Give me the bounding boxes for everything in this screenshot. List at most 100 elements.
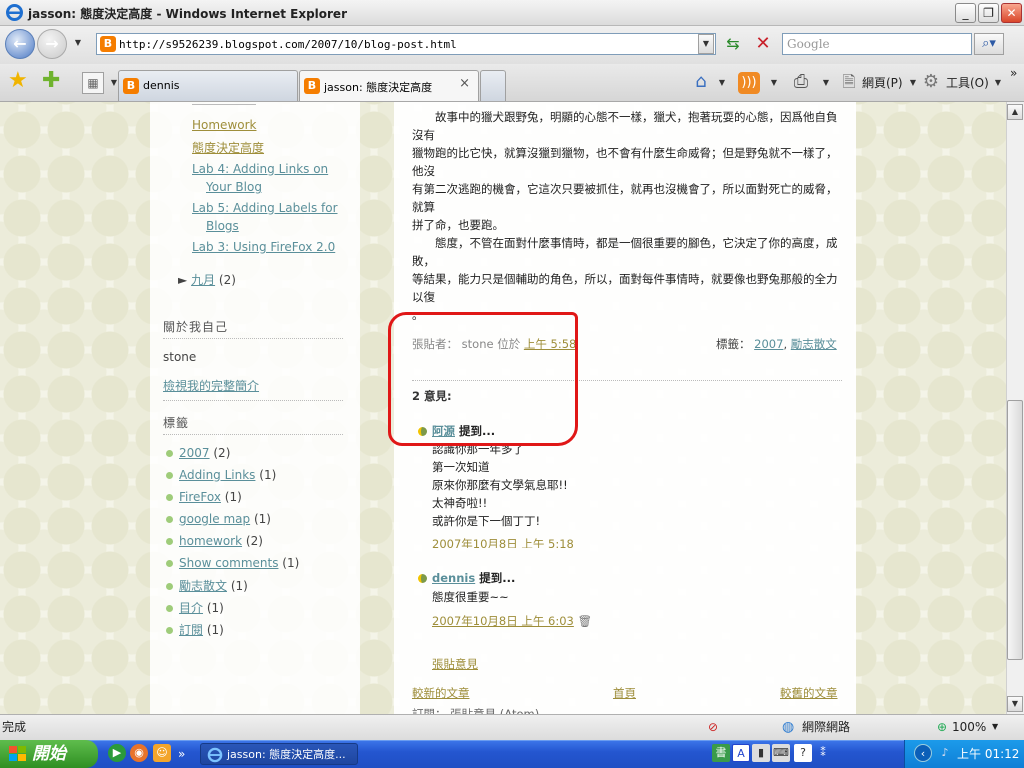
archive-link-lab3[interactable]: Lab 3: Using FireFox 2.0	[192, 240, 335, 254]
zoom-level[interactable]: 100%	[952, 717, 986, 737]
label-item[interactable]: 勵志散文 (1)	[166, 577, 248, 594]
archive-link-lab4-cont[interactable]: Your Blog	[206, 180, 262, 194]
back-arrow-icon: ←	[13, 34, 27, 53]
forward-button[interactable]: →	[37, 29, 67, 59]
post-comment-link[interactable]: 張貼意見	[432, 656, 478, 672]
scroll-down-icon[interactable]: ▼	[1007, 696, 1023, 712]
label-item[interactable]: FireFox (1)	[166, 490, 242, 504]
post-label-link[interactable]: 2007	[754, 337, 783, 351]
feed-dropdown-icon[interactable]: ▼	[766, 74, 782, 94]
comment-timestamp-link[interactable]: 2007年10月8日 上午 6:03	[432, 614, 574, 628]
comment-line: 或許你是下一個丁丁!	[432, 514, 541, 528]
tab-dennis[interactable]: B dennis	[118, 70, 298, 101]
quicklaunch-app-icon[interactable]: ☺	[153, 744, 171, 762]
tools-dropdown-icon[interactable]: ▼	[990, 74, 1006, 94]
month-count: (2)	[218, 273, 236, 287]
post-paragraph-line: 故事中的獵犬跟野兔，明顯的心態不一樣，獵犬，抱著玩耍的心態，因爲他自負沒有	[412, 110, 838, 142]
taskbar-window-item[interactable]: jasson: 態度決定高度...	[200, 743, 358, 765]
back-button[interactable]: ←	[5, 29, 35, 59]
quicklaunch-app-icon[interactable]: ▶	[108, 744, 126, 762]
new-tab-button[interactable]	[480, 70, 506, 101]
close-tab-icon[interactable]: ×	[459, 76, 470, 91]
tools-gear-icon: ⚙	[922, 71, 940, 92]
archive-link-lab5-cont[interactable]: Blogs	[206, 219, 239, 233]
refresh-icon[interactable]: ⇆	[722, 33, 744, 55]
home-dropdown-icon[interactable]: ▼	[714, 74, 730, 94]
profile-link[interactable]: 檢視我的完整簡介	[163, 377, 259, 394]
address-dropdown-icon[interactable]: ▼	[698, 34, 714, 54]
internet-zone-icon: ◍	[782, 719, 795, 735]
older-post-link[interactable]: 較舊的文章	[780, 685, 838, 701]
ime-layout-icon[interactable]: ▮	[752, 744, 770, 762]
ime-mode-indicator[interactable]: A	[732, 744, 750, 762]
home-icon[interactable]: ⌂	[690, 70, 712, 94]
ie-logo-icon	[6, 4, 23, 21]
archive-month-september[interactable]: ► 九月 (2)	[178, 271, 236, 288]
archive-link-lab4[interactable]: Lab 4: Adding Links on	[192, 162, 328, 176]
archive-link-current[interactable]: 態度決定高度	[192, 139, 264, 156]
comment-timestamp-link[interactable]: 2007年10月8日 上午 5:18	[432, 536, 574, 548]
comment-author-link[interactable]: dennis	[432, 571, 475, 585]
zoom-dropdown-icon[interactable]: ▼	[992, 717, 998, 737]
stop-icon[interactable]: ✕	[752, 33, 774, 55]
ime-keyboard-icon[interactable]: ⌨	[772, 744, 790, 762]
quick-tabs-icon[interactable]: ▦	[82, 72, 104, 94]
print-dropdown-icon[interactable]: ▼	[818, 74, 834, 94]
label-item[interactable]: 訂閱 (1)	[166, 621, 224, 638]
about-divider	[163, 338, 343, 339]
toolbar-overflow-icon[interactable]: »	[1010, 62, 1017, 84]
ime-icon[interactable]: 書	[712, 744, 730, 762]
close-button[interactable]: ✕	[1001, 3, 1022, 23]
tab-jasson[interactable]: B jasson: 態度決定高度 ×	[299, 70, 479, 101]
comment-line: 太神奇啦!!	[432, 496, 488, 510]
label-item[interactable]: homework (2)	[166, 534, 263, 548]
scrollbar-thumb[interactable]	[1007, 400, 1023, 660]
help-icon[interactable]: ?	[794, 744, 812, 762]
search-input[interactable]: Google	[782, 33, 972, 55]
newer-post-link[interactable]: 較新的文章	[412, 685, 470, 701]
comment-line: 原來你那麼有文學氣息耶!!	[432, 478, 568, 492]
minimize-button[interactable]: _	[955, 3, 976, 23]
tray-expand-icon[interactable]: ‹	[914, 744, 932, 762]
about-heading: 關於我自己	[163, 320, 229, 334]
label-item[interactable]: 目介 (1)	[166, 599, 224, 616]
home-link[interactable]: 首頁	[613, 685, 636, 701]
scroll-up-icon[interactable]: ▲	[1007, 104, 1023, 120]
address-url[interactable]: http://s9526239.blogspot.com/2007/10/blo…	[119, 38, 457, 51]
quicklaunch-overflow-icon[interactable]: »	[178, 743, 185, 765]
label-item[interactable]: google map (1)	[166, 512, 271, 526]
comment-header: dennis 提到...	[432, 571, 516, 585]
add-favorite-icon[interactable]: ✚	[42, 70, 60, 92]
page-menu[interactable]: 網頁(P)	[862, 72, 903, 94]
history-dropdown-icon[interactable]: ▼	[70, 34, 86, 54]
post-paragraph-line: 態度，不管在面對什麼事情時，都是一個很重要的腳色，它決定了你的高度，成敗，	[412, 236, 838, 268]
subscribe-partial[interactable]: 訂閱： 張貼意見 (Atom)	[412, 706, 539, 714]
labels-divider	[163, 434, 343, 435]
archive-link-homework[interactable]: Homework	[192, 118, 256, 132]
maximize-button[interactable]: ❐	[978, 3, 999, 23]
label-item[interactable]: Adding Links (1)	[166, 468, 276, 482]
month-link[interactable]: 九月	[191, 273, 215, 287]
comment-timestamp: 2007年10月8日 上午 6:03 🗑	[432, 613, 592, 629]
firefox-icon[interactable]: ◉	[130, 744, 148, 762]
label-item[interactable]: 2007 (2)	[166, 446, 230, 460]
popup-blocked-icon[interactable]: ⊘	[708, 717, 718, 737]
tools-menu[interactable]: 工具(O)	[946, 72, 989, 94]
favorites-star-icon[interactable]: ★	[8, 70, 28, 92]
trash-icon[interactable]: 🗑	[578, 614, 593, 628]
clock[interactable]: 上午 01:12	[957, 743, 1019, 765]
forward-arrow-icon: →	[45, 34, 59, 53]
comment-line: 態度很重要~~	[432, 590, 509, 604]
comment-line: 第一次知道	[432, 460, 490, 474]
expand-arrow-icon[interactable]: ►	[178, 273, 187, 287]
post-label-link[interactable]: 勵志散文	[791, 337, 837, 351]
label-item[interactable]: Show comments (1)	[166, 556, 299, 570]
ime-options-icon[interactable]: ⁑	[814, 744, 832, 762]
volume-icon[interactable]: ♪	[936, 744, 954, 762]
print-icon[interactable]: ⎙	[790, 70, 812, 94]
address-bar[interactable]: B http://s9526239.blogspot.com/2007/10/b…	[96, 33, 716, 55]
archive-link-lab5[interactable]: Lab 5: Adding Labels for	[192, 201, 338, 215]
rss-feed-icon[interactable]: )))	[738, 72, 760, 94]
search-button[interactable]: ⌕▾	[974, 33, 1004, 55]
page-dropdown-icon[interactable]: ▼	[905, 74, 921, 94]
